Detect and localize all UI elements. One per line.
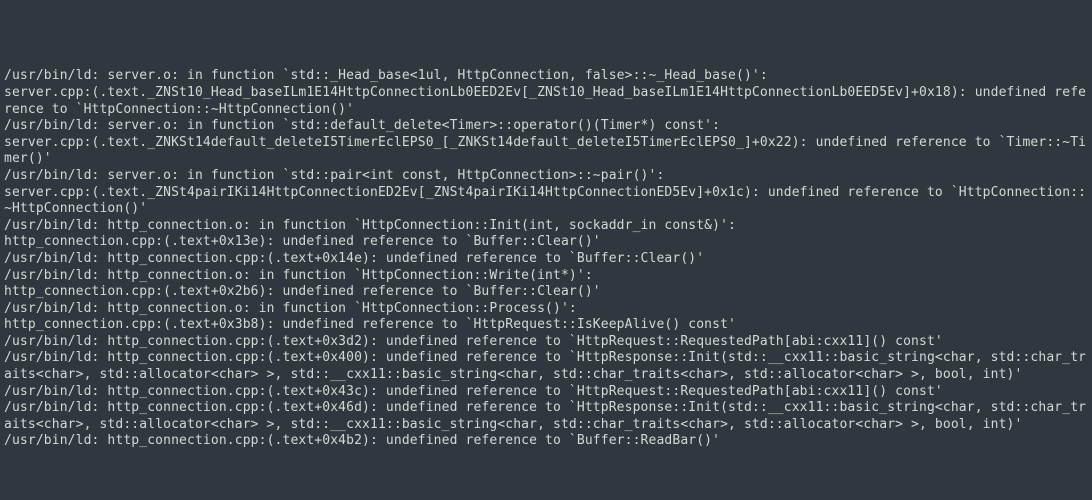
- terminal-line: /usr/bin/ld: server.o: in function `std:…: [4, 118, 1088, 135]
- terminal-line: /usr/bin/ld: http_connection.o: in funct…: [4, 218, 1088, 235]
- terminal-line: /usr/bin/ld: http_connection.cpp:(.text+…: [4, 334, 1088, 351]
- terminal-line: /usr/bin/ld: http_connection.cpp:(.text+…: [4, 400, 1088, 433]
- terminal-line: http_connection.cpp:(.text+0x2b6): undef…: [4, 284, 1088, 301]
- terminal-line: /usr/bin/ld: server.o: in function `std:…: [4, 168, 1088, 185]
- terminal-line: server.cpp:(.text._ZNSt10_Head_baseILm1E…: [4, 85, 1088, 118]
- terminal-line: /usr/bin/ld: http_connection.o: in funct…: [4, 268, 1088, 285]
- terminal-line: /usr/bin/ld: http_connection.o: in funct…: [4, 301, 1088, 318]
- terminal-line: http_connection.cpp:(.text+0x13e): undef…: [4, 234, 1088, 251]
- terminal-line: http_connection.cpp:(.text+0x3b8): undef…: [4, 317, 1088, 334]
- terminal-line: /usr/bin/ld: http_connection.cpp:(.text+…: [4, 433, 1088, 450]
- terminal-line: /usr/bin/ld: http_connection.cpp:(.text+…: [4, 350, 1088, 383]
- terminal-output: /usr/bin/ld: server.o: in function `std:…: [4, 68, 1088, 450]
- terminal-line: server.cpp:(.text._ZNKSt14default_delete…: [4, 135, 1088, 168]
- terminal-line: /usr/bin/ld: server.o: in function `std:…: [4, 68, 1088, 85]
- terminal-line: /usr/bin/ld: http_connection.cpp:(.text+…: [4, 251, 1088, 268]
- terminal-line: /usr/bin/ld: http_connection.cpp:(.text+…: [4, 384, 1088, 401]
- terminal-line: server.cpp:(.text._ZNSt4pairIKi14HttpCon…: [4, 185, 1088, 218]
